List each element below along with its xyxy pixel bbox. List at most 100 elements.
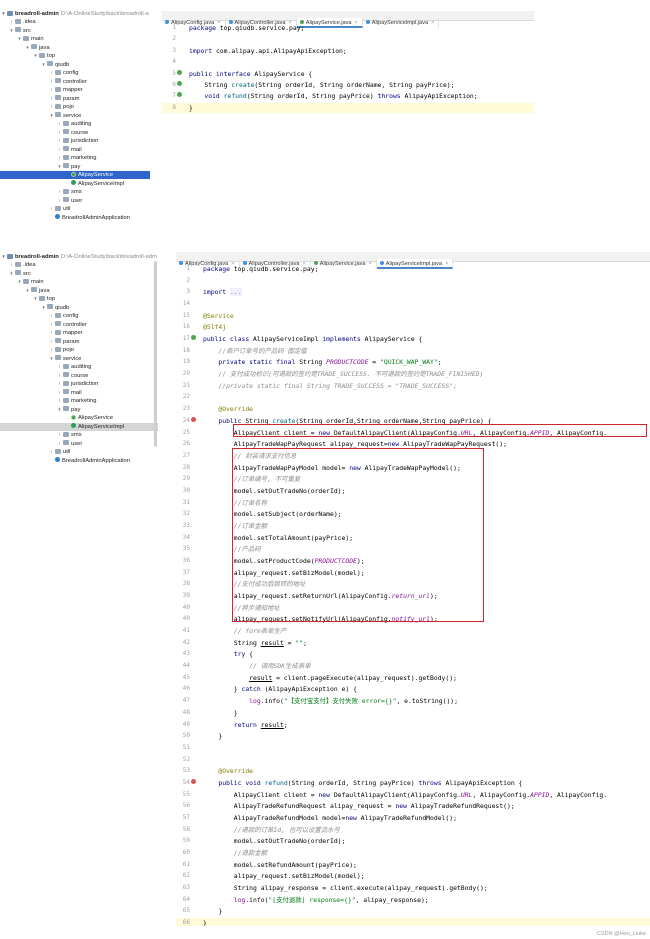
tree-item[interactable]: ▾ qiudb <box>0 61 150 69</box>
code-line[interactable]: 17 public class AlipayServiceImpl impleme… <box>176 334 650 344</box>
tree-item[interactable]: BreadrollAdminApplication <box>0 214 150 222</box>
chevron-down-icon[interactable]: ▾ <box>56 163 63 171</box>
line-number[interactable]: 64 <box>176 895 190 905</box>
code-line[interactable]: 57 AlipayTradeRefundModel model=new Alip… <box>176 813 650 823</box>
code-line[interactable]: 66} <box>176 918 650 926</box>
code-line[interactable]: 14 <box>176 299 650 309</box>
code-line[interactable]: 62 alipay_request.setBizModel(model); <box>176 871 650 881</box>
tree-item[interactable]: › marketing <box>0 397 158 405</box>
line-number[interactable]: 37 <box>176 568 190 578</box>
tree-item[interactable]: ▾ src <box>0 270 158 278</box>
tree-item[interactable]: › sms <box>0 188 150 196</box>
code-line[interactable]: 46 } catch (AlipayApiException e) { <box>176 684 650 694</box>
tree-item[interactable]: › sms <box>0 431 158 439</box>
line-number[interactable]: 46 <box>176 684 190 694</box>
tree-item[interactable]: › config <box>0 312 158 320</box>
tree-item[interactable]: ▾ java <box>0 44 150 52</box>
chevron-right-icon[interactable]: › <box>56 188 63 196</box>
line-number[interactable]: 26 <box>176 439 190 449</box>
tree-item[interactable]: ▾ service <box>0 355 158 363</box>
line-number[interactable]: 5 <box>162 69 176 79</box>
chevron-right-icon[interactable]: › <box>56 363 63 371</box>
tree-item[interactable]: ▾ pay <box>0 406 158 414</box>
tree-item[interactable]: ▾ service <box>0 112 150 120</box>
tree-item[interactable]: › user <box>0 197 150 205</box>
line-number[interactable]: 19 <box>176 357 190 367</box>
chevron-down-icon[interactable]: ▾ <box>48 355 55 363</box>
line-number[interactable]: 51 <box>176 743 190 753</box>
chevron-down-icon[interactable]: ▾ <box>32 295 39 303</box>
tree-item[interactable]: ▾ java <box>0 287 158 295</box>
tree-item[interactable]: ▾ top <box>0 295 158 303</box>
tree-item[interactable]: › user <box>0 440 158 448</box>
chevron-down-icon[interactable]: ▾ <box>16 35 23 43</box>
tree-item[interactable]: ▾ pay <box>0 163 150 171</box>
line-number[interactable]: 66 <box>176 918 190 926</box>
implemented-marker-icon[interactable] <box>191 335 196 341</box>
line-number[interactable]: 27 <box>176 451 190 461</box>
line-number[interactable]: 42 <box>176 638 190 648</box>
chevron-right-icon[interactable]: › <box>48 321 55 329</box>
chevron-right-icon[interactable]: › <box>48 78 55 86</box>
line-number[interactable]: 20 <box>176 369 190 379</box>
tree-item[interactable]: › pojo <box>0 346 158 354</box>
chevron-right-icon[interactable]: › <box>56 372 63 380</box>
code-line[interactable]: 1 package top.qiudb.service.pay; <box>162 23 534 33</box>
code-line[interactable]: 1 package top.qiudb.service.pay; <box>176 264 650 274</box>
code-line[interactable]: 8} <box>162 102 534 113</box>
tree-item[interactable]: ▾ main <box>0 278 158 286</box>
code-line[interactable]: 43 try { <box>176 649 650 659</box>
chevron-right-icon[interactable]: › <box>48 329 55 337</box>
chevron-down-icon[interactable]: ▾ <box>32 52 39 60</box>
line-number[interactable]: 39 <box>176 591 190 601</box>
code-line[interactable]: 63 String alipay_response = client.execu… <box>176 883 650 893</box>
chevron-down-icon[interactable]: ▾ <box>56 406 63 414</box>
line-number[interactable]: 65 <box>176 906 190 916</box>
line-number[interactable]: 44 <box>176 661 190 671</box>
code-line[interactable]: 23 @Override <box>176 404 650 414</box>
line-number[interactable]: 59 <box>176 836 190 846</box>
line-number[interactable]: 45 <box>176 673 190 683</box>
code-line[interactable]: 21 //private static final String TRADE_S… <box>176 381 650 391</box>
implemented-marker-icon[interactable] <box>177 69 182 75</box>
code-line[interactable]: 61 model.setRefundAmount(payPrice); <box>176 860 650 870</box>
line-number[interactable]: 23 <box>176 404 190 414</box>
code-line[interactable]: 2 <box>162 34 534 44</box>
code-area[interactable]: 1 package top.qiudb.service.pay; 2 3 import … <box>162 23 534 119</box>
code-line[interactable]: 20 // 支付成功标识(可退款的签约是TRADE_SUCCESS. 不可退款的… <box>176 369 650 379</box>
tree-item[interactable]: ▾ src <box>0 27 150 35</box>
code-line[interactable]: 51 <box>176 743 650 753</box>
line-number[interactable]: 33 <box>176 521 190 531</box>
tree-item[interactable]: › marketing <box>0 154 150 162</box>
line-number[interactable]: 2 <box>162 34 176 44</box>
chevron-right-icon[interactable]: › <box>48 205 55 213</box>
chevron-down-icon[interactable]: ▾ <box>16 278 23 286</box>
code-line[interactable]: 4 <box>162 57 534 67</box>
line-number[interactable]: 7 <box>162 91 176 101</box>
code-line[interactable]: 50 } <box>176 731 650 741</box>
code-line[interactable]: 54 public void refund(String orderId, St… <box>176 778 650 788</box>
line-number[interactable]: 25 <box>176 428 190 438</box>
line-number[interactable]: 57 <box>176 813 190 823</box>
code-line[interactable]: 22 <box>176 392 650 402</box>
chevron-right-icon[interactable]: › <box>48 338 55 346</box>
code-line[interactable]: 55 AlipayClient client = new DefaultAlip… <box>176 790 650 800</box>
chevron-right-icon[interactable]: › <box>8 261 15 269</box>
tree-item[interactable]: › mapper <box>0 86 150 94</box>
line-number[interactable]: 22 <box>176 392 190 402</box>
chevron-down-icon[interactable]: ▾ <box>48 112 55 120</box>
code-line[interactable]: 41 // form表单生产 <box>176 626 650 636</box>
code-line[interactable]: 18 //商户订单号的产品码 固定值 <box>176 346 650 356</box>
code-line[interactable]: 56 AlipayTradeRefundRequest alipay_reque… <box>176 801 650 811</box>
tree-item[interactable]: ▾ main <box>0 35 150 43</box>
tree-item[interactable]: AlipayService <box>0 171 150 179</box>
tree-item[interactable]: › mapper <box>0 329 158 337</box>
tree-item[interactable]: › param <box>0 95 150 103</box>
chevron-right-icon[interactable]: › <box>48 312 55 320</box>
line-number[interactable]: 21 <box>176 381 190 391</box>
tree-item[interactable]: › config <box>0 69 150 77</box>
code-line[interactable]: 6 String create(String orderId, String o… <box>162 80 534 90</box>
chevron-right-icon[interactable]: › <box>8 18 15 26</box>
code-line[interactable]: 49 return result; <box>176 720 650 730</box>
code-line[interactable]: 64 log.info("[支付退款] response={}", alipay… <box>176 895 650 905</box>
